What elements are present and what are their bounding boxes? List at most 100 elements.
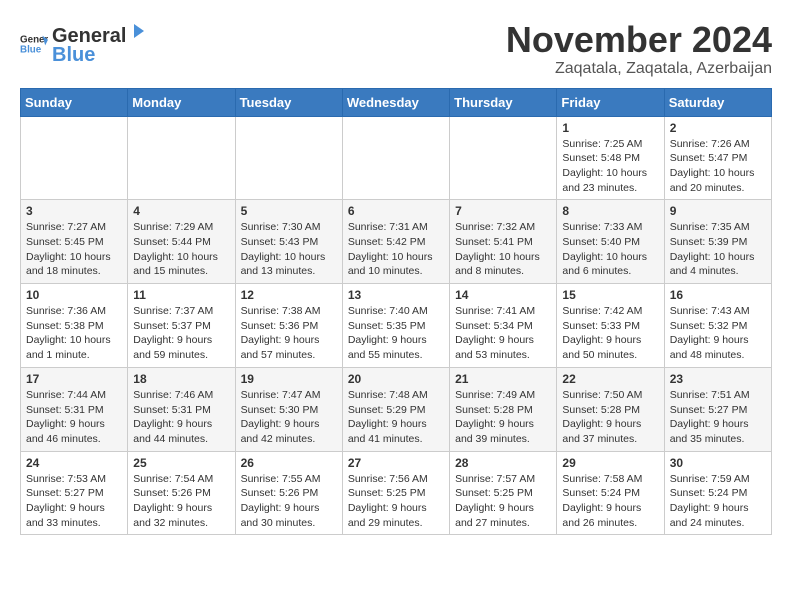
- day-info: Sunrise: 7:50 AM Sunset: 5:28 PM Dayligh…: [562, 388, 658, 447]
- calendar-cell: 11Sunrise: 7:37 AM Sunset: 5:37 PM Dayli…: [128, 284, 235, 368]
- day-info: Sunrise: 7:36 AM Sunset: 5:38 PM Dayligh…: [26, 304, 122, 363]
- calendar-cell: 20Sunrise: 7:48 AM Sunset: 5:29 PM Dayli…: [342, 367, 449, 451]
- calendar-week-row: 10Sunrise: 7:36 AM Sunset: 5:38 PM Dayli…: [21, 284, 772, 368]
- calendar-header-monday: Monday: [128, 88, 235, 116]
- day-number: 28: [455, 456, 551, 470]
- calendar-header-wednesday: Wednesday: [342, 88, 449, 116]
- day-info: Sunrise: 7:37 AM Sunset: 5:37 PM Dayligh…: [133, 304, 229, 363]
- day-info: Sunrise: 7:58 AM Sunset: 5:24 PM Dayligh…: [562, 472, 658, 531]
- day-info: Sunrise: 7:38 AM Sunset: 5:36 PM Dayligh…: [241, 304, 337, 363]
- day-info: Sunrise: 7:51 AM Sunset: 5:27 PM Dayligh…: [670, 388, 766, 447]
- calendar-cell: 7 Sunrise: 7:32 AM Sunset: 5:41 PM Daylig…: [450, 200, 557, 284]
- day-number: 6: [348, 204, 444, 218]
- calendar-header-friday: Friday: [557, 88, 664, 116]
- calendar-cell: 28 Sunrise: 7:57 AM Sunset: 5:25 PM Dayli…: [450, 451, 557, 535]
- calendar-cell: 19 Sunrise: 7:47 AM Sunset: 5:30 PM Dayli…: [235, 367, 342, 451]
- day-info: Sunrise: 7:33 AM Sunset: 5:40 PM Dayligh…: [562, 220, 658, 279]
- calendar-cell: 30Sunrise: 7:59 AM Sunset: 5:24 PM Dayli…: [664, 451, 771, 535]
- day-info: Sunrise: 7:43 AM Sunset: 5:32 PM Dayligh…: [670, 304, 766, 363]
- day-number: 2: [670, 121, 766, 135]
- day-number: 29: [562, 456, 658, 470]
- day-number: 8: [562, 204, 658, 218]
- logo: General Blue General Blue: [20, 20, 148, 67]
- calendar-cell: 15 Sunrise: 7:42 AM Sunset: 5:33 PM Dayli…: [557, 284, 664, 368]
- day-info: Sunrise: 7:47 AM Sunset: 5:30 PM Dayligh…: [241, 388, 337, 447]
- logo-icon: General Blue: [20, 30, 48, 58]
- day-number: 4: [133, 204, 229, 218]
- calendar-cell: 23Sunrise: 7:51 AM Sunset: 5:27 PM Dayli…: [664, 367, 771, 451]
- calendar-cell: 25 Sunrise: 7:54 AM Sunset: 5:26 PM Dayli…: [128, 451, 235, 535]
- calendar-cell: 9 Sunrise: 7:35 AM Sunset: 5:39 PM Daylig…: [664, 200, 771, 284]
- day-info: Sunrise: 7:40 AM Sunset: 5:35 PM Dayligh…: [348, 304, 444, 363]
- day-info: Sunrise: 7:31 AM Sunset: 5:42 PM Dayligh…: [348, 220, 444, 279]
- logo-chevron-icon: [126, 20, 148, 42]
- calendar-cell: 29 Sunrise: 7:58 AM Sunset: 5:24 PM Dayli…: [557, 451, 664, 535]
- calendar-cell: 10Sunrise: 7:36 AM Sunset: 5:38 PM Dayli…: [21, 284, 128, 368]
- calendar-cell: [21, 116, 128, 200]
- calendar-cell: [235, 116, 342, 200]
- day-number: 19: [241, 372, 337, 386]
- calendar-week-row: 3 Sunrise: 7:27 AM Sunset: 5:45 PM Daylig…: [21, 200, 772, 284]
- calendar-header-tuesday: Tuesday: [235, 88, 342, 116]
- day-number: 15: [562, 288, 658, 302]
- calendar-cell: 14 Sunrise: 7:41 AM Sunset: 5:34 PM Dayli…: [450, 284, 557, 368]
- day-info: Sunrise: 7:30 AM Sunset: 5:43 PM Dayligh…: [241, 220, 337, 279]
- day-info: Sunrise: 7:44 AM Sunset: 5:31 PM Dayligh…: [26, 388, 122, 447]
- day-info: Sunrise: 7:25 AM Sunset: 5:48 PM Dayligh…: [562, 137, 658, 196]
- calendar-cell: 16 Sunrise: 7:43 AM Sunset: 5:32 PM Dayli…: [664, 284, 771, 368]
- calendar-cell: 18 Sunrise: 7:46 AM Sunset: 5:31 PM Dayli…: [128, 367, 235, 451]
- day-info: Sunrise: 7:26 AM Sunset: 5:47 PM Dayligh…: [670, 137, 766, 196]
- calendar-cell: 17 Sunrise: 7:44 AM Sunset: 5:31 PM Dayli…: [21, 367, 128, 451]
- day-number: 18: [133, 372, 229, 386]
- calendar-cell: 22 Sunrise: 7:50 AM Sunset: 5:28 PM Dayli…: [557, 367, 664, 451]
- day-number: 16: [670, 288, 766, 302]
- title-block: November 2024 Zaqatala, Zaqatala, Azerba…: [506, 20, 772, 78]
- month-title: November 2024: [506, 20, 772, 60]
- calendar-cell: 13Sunrise: 7:40 AM Sunset: 5:35 PM Dayli…: [342, 284, 449, 368]
- day-number: 1: [562, 121, 658, 135]
- day-info: Sunrise: 7:54 AM Sunset: 5:26 PM Dayligh…: [133, 472, 229, 531]
- day-info: Sunrise: 7:41 AM Sunset: 5:34 PM Dayligh…: [455, 304, 551, 363]
- day-number: 27: [348, 456, 444, 470]
- calendar-cell: 6 Sunrise: 7:31 AM Sunset: 5:42 PM Daylig…: [342, 200, 449, 284]
- calendar-cell: 8 Sunrise: 7:33 AM Sunset: 5:40 PM Daylig…: [557, 200, 664, 284]
- day-number: 9: [670, 204, 766, 218]
- calendar-header-sunday: Sunday: [21, 88, 128, 116]
- calendar-cell: 1 Sunrise: 7:25 AM Sunset: 5:48 PM Daylig…: [557, 116, 664, 200]
- page-header: General Blue General Blue November 2024 …: [20, 20, 772, 78]
- calendar-cell: 3 Sunrise: 7:27 AM Sunset: 5:45 PM Daylig…: [21, 200, 128, 284]
- day-number: 14: [455, 288, 551, 302]
- day-info: Sunrise: 7:49 AM Sunset: 5:28 PM Dayligh…: [455, 388, 551, 447]
- day-number: 25: [133, 456, 229, 470]
- day-info: Sunrise: 7:29 AM Sunset: 5:44 PM Dayligh…: [133, 220, 229, 279]
- calendar-week-row: 17 Sunrise: 7:44 AM Sunset: 5:31 PM Dayli…: [21, 367, 772, 451]
- calendar-week-row: 24Sunrise: 7:53 AM Sunset: 5:27 PM Dayli…: [21, 451, 772, 535]
- day-number: 3: [26, 204, 122, 218]
- day-info: Sunrise: 7:46 AM Sunset: 5:31 PM Dayligh…: [133, 388, 229, 447]
- day-number: 30: [670, 456, 766, 470]
- day-info: Sunrise: 7:32 AM Sunset: 5:41 PM Dayligh…: [455, 220, 551, 279]
- day-number: 22: [562, 372, 658, 386]
- calendar-cell: [128, 116, 235, 200]
- calendar-header-thursday: Thursday: [450, 88, 557, 116]
- calendar-cell: [450, 116, 557, 200]
- day-info: Sunrise: 7:35 AM Sunset: 5:39 PM Dayligh…: [670, 220, 766, 279]
- day-number: 17: [26, 372, 122, 386]
- calendar-cell: 5 Sunrise: 7:30 AM Sunset: 5:43 PM Daylig…: [235, 200, 342, 284]
- calendar-cell: 26Sunrise: 7:55 AM Sunset: 5:26 PM Dayli…: [235, 451, 342, 535]
- day-number: 20: [348, 372, 444, 386]
- location-title: Zaqatala, Zaqatala, Azerbaijan: [506, 60, 772, 78]
- calendar-header-saturday: Saturday: [664, 88, 771, 116]
- day-number: 7: [455, 204, 551, 218]
- calendar-table: SundayMondayTuesdayWednesdayThursdayFrid…: [20, 88, 772, 536]
- day-info: Sunrise: 7:57 AM Sunset: 5:25 PM Dayligh…: [455, 472, 551, 531]
- day-info: Sunrise: 7:42 AM Sunset: 5:33 PM Dayligh…: [562, 304, 658, 363]
- day-number: 26: [241, 456, 337, 470]
- calendar-header-row: SundayMondayTuesdayWednesdayThursdayFrid…: [21, 88, 772, 116]
- day-number: 21: [455, 372, 551, 386]
- day-number: 5: [241, 204, 337, 218]
- day-info: Sunrise: 7:27 AM Sunset: 5:45 PM Dayligh…: [26, 220, 122, 279]
- calendar-cell: 12 Sunrise: 7:38 AM Sunset: 5:36 PM Dayli…: [235, 284, 342, 368]
- day-info: Sunrise: 7:53 AM Sunset: 5:27 PM Dayligh…: [26, 472, 122, 531]
- day-number: 12: [241, 288, 337, 302]
